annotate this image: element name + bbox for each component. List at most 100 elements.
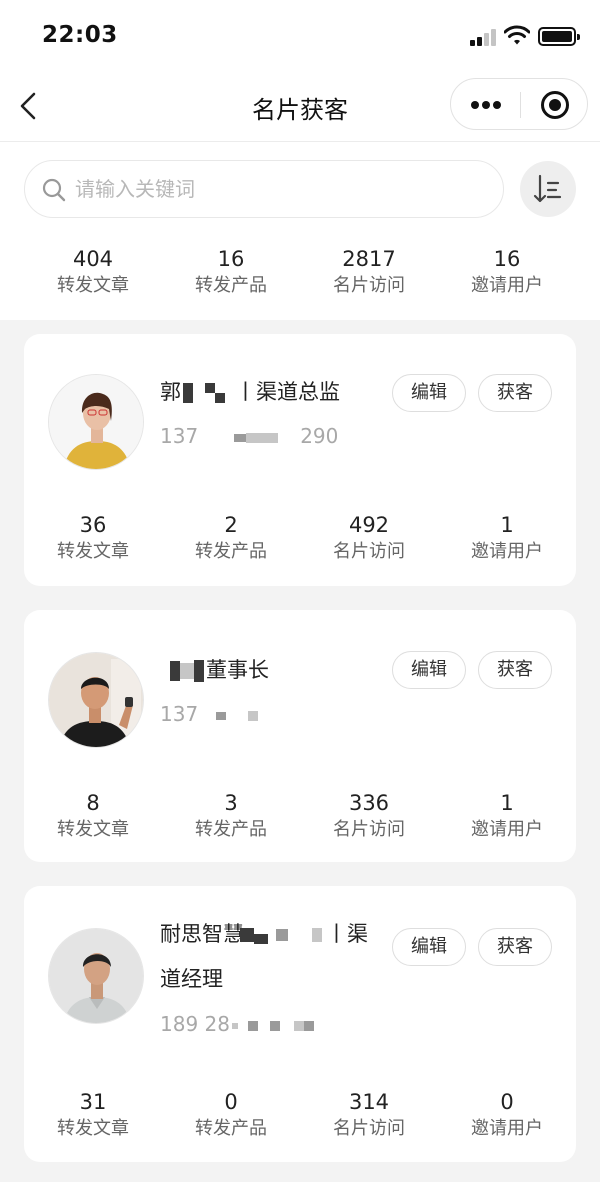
stat-value: 0 bbox=[500, 1090, 514, 1114]
mini-program-capsule bbox=[450, 78, 588, 130]
nav-bar: 名片获客 bbox=[0, 72, 600, 142]
acquire-button[interactable]: 获客 bbox=[478, 928, 552, 966]
stat-item: 0 邀请用户 bbox=[438, 1089, 576, 1149]
signal-icon bbox=[470, 28, 498, 46]
card-item[interactable]: 耐思智慧 丨渠 道经理 189 28 编辑 获客 31 转发文章 0 转发产品 314… bbox=[24, 886, 576, 1162]
battery-icon bbox=[538, 27, 580, 46]
card-item[interactable]: 郭 丨渠道总监 137 290 编辑 获客 36 转发文章 2 转发产品 492 名片访问… bbox=[24, 334, 576, 586]
redacted-block bbox=[170, 661, 180, 681]
card-phone: 137 290 bbox=[160, 422, 338, 450]
phone-end: 290 bbox=[300, 424, 339, 448]
card-name-line2: 道经理 bbox=[160, 967, 223, 991]
redacted-block bbox=[248, 710, 259, 721]
close-mini-program-button[interactable] bbox=[521, 79, 589, 131]
edit-button[interactable]: 编辑 bbox=[392, 374, 466, 412]
phone-start: 189 28 bbox=[160, 1012, 230, 1036]
stat-label: 名片访问 bbox=[333, 275, 405, 296]
stat-label: 转发文章 bbox=[57, 541, 129, 562]
search-icon bbox=[42, 178, 66, 202]
stat-label: 邀请用户 bbox=[471, 541, 543, 562]
stat-label: 转发产品 bbox=[195, 275, 267, 296]
stat-item: 1 邀请用户 bbox=[438, 790, 576, 850]
avatar[interactable] bbox=[48, 374, 144, 470]
stat-item: 404 转发文章 bbox=[24, 246, 162, 306]
stat-value: 16 bbox=[493, 247, 521, 271]
redacted-block bbox=[312, 928, 322, 942]
name-prefix: 郭 bbox=[160, 380, 181, 404]
stat-value: 1 bbox=[500, 513, 514, 537]
redacted-block bbox=[240, 928, 254, 942]
avatar[interactable] bbox=[48, 928, 144, 1024]
wifi-icon bbox=[504, 25, 530, 45]
stat-label: 转发产品 bbox=[195, 819, 267, 840]
card-name: 郭 丨渠道总监 bbox=[160, 372, 340, 412]
phone-start: 137 bbox=[160, 702, 199, 726]
redacted-block bbox=[276, 929, 288, 941]
stat-value: 492 bbox=[348, 513, 390, 537]
redacted-block bbox=[254, 934, 268, 944]
redacted-block bbox=[194, 660, 204, 682]
stat-item: 16 邀请用户 bbox=[438, 246, 576, 306]
redacted-block bbox=[205, 383, 215, 393]
redacted-block bbox=[246, 432, 279, 443]
stat-label: 邀请用户 bbox=[471, 819, 543, 840]
stat-label: 邀请用户 bbox=[471, 275, 543, 296]
stat-value: 336 bbox=[348, 791, 390, 815]
stat-item: 3 转发产品 bbox=[162, 790, 300, 850]
acquire-button[interactable]: 获客 bbox=[478, 374, 552, 412]
stat-value: 36 bbox=[79, 513, 107, 537]
stat-value: 16 bbox=[217, 247, 245, 271]
card-phone: 189 28 bbox=[160, 1010, 314, 1038]
card-stats: 8 转发文章 3 转发产品 336 名片访问 1 邀请用户 bbox=[24, 790, 576, 850]
redacted-block bbox=[231, 1022, 238, 1029]
stat-label: 名片访问 bbox=[333, 1118, 405, 1139]
redacted-block bbox=[303, 1020, 314, 1031]
stat-item: 36 转发文章 bbox=[24, 512, 162, 572]
stat-item: 336 名片访问 bbox=[300, 790, 438, 850]
stat-value: 31 bbox=[79, 1090, 107, 1114]
person-avatar-image bbox=[49, 375, 143, 469]
card-stats: 31 转发文章 0 转发产品 314 名片访问 0 邀请用户 bbox=[24, 1089, 576, 1149]
card-phone: 137 bbox=[160, 700, 259, 728]
edit-button[interactable]: 编辑 bbox=[392, 651, 466, 689]
acquire-button[interactable]: 获客 bbox=[478, 651, 552, 689]
redacted-block bbox=[234, 433, 247, 442]
stat-item: 492 名片访问 bbox=[300, 512, 438, 572]
card-name: 耐思智慧 丨渠 bbox=[160, 914, 368, 954]
stat-item: 0 转发产品 bbox=[162, 1089, 300, 1149]
stat-value: 0 bbox=[224, 1090, 238, 1114]
stat-item: 8 转发文章 bbox=[24, 790, 162, 850]
stat-value: 2 bbox=[224, 513, 238, 537]
edit-button[interactable]: 编辑 bbox=[392, 928, 466, 966]
more-button[interactable] bbox=[451, 79, 520, 131]
stat-label: 转发文章 bbox=[57, 275, 129, 296]
stat-label: 转发文章 bbox=[57, 1118, 129, 1139]
sort-button[interactable] bbox=[520, 161, 576, 217]
card-item[interactable]: 董事长 137 编辑 获客 8 转发文章 3 转发产品 336 名片访问 1 邀请用户 bbox=[24, 610, 576, 862]
card-name: 董事长 bbox=[160, 650, 269, 690]
redacted-block bbox=[215, 393, 225, 403]
stat-item: 31 转发文章 bbox=[24, 1089, 162, 1149]
stat-item: 1 邀请用户 bbox=[438, 512, 576, 572]
avatar[interactable] bbox=[48, 652, 144, 748]
stat-value: 314 bbox=[348, 1090, 390, 1114]
stat-label: 名片访问 bbox=[333, 541, 405, 562]
redacted-block bbox=[216, 711, 227, 720]
stat-value: 3 bbox=[224, 791, 238, 815]
stat-item: 314 名片访问 bbox=[300, 1089, 438, 1149]
stat-value: 8 bbox=[86, 791, 100, 815]
person-avatar-image bbox=[49, 929, 143, 1023]
stat-value: 404 bbox=[72, 247, 114, 271]
redacted-block bbox=[269, 1020, 280, 1031]
person-avatar-image bbox=[49, 653, 143, 747]
status-bar: 22:03 bbox=[0, 0, 600, 72]
name-prefix: 耐思智慧 bbox=[160, 922, 244, 946]
search-box[interactable] bbox=[24, 160, 504, 218]
stat-value: 2817 bbox=[342, 247, 396, 271]
stat-label: 邀请用户 bbox=[471, 1118, 543, 1139]
search-input[interactable] bbox=[75, 169, 485, 209]
name-suffix: 丨渠道总监 bbox=[235, 380, 340, 404]
sort-icon bbox=[533, 174, 562, 203]
redacted-block bbox=[183, 383, 193, 403]
redacted-block bbox=[247, 1020, 258, 1031]
